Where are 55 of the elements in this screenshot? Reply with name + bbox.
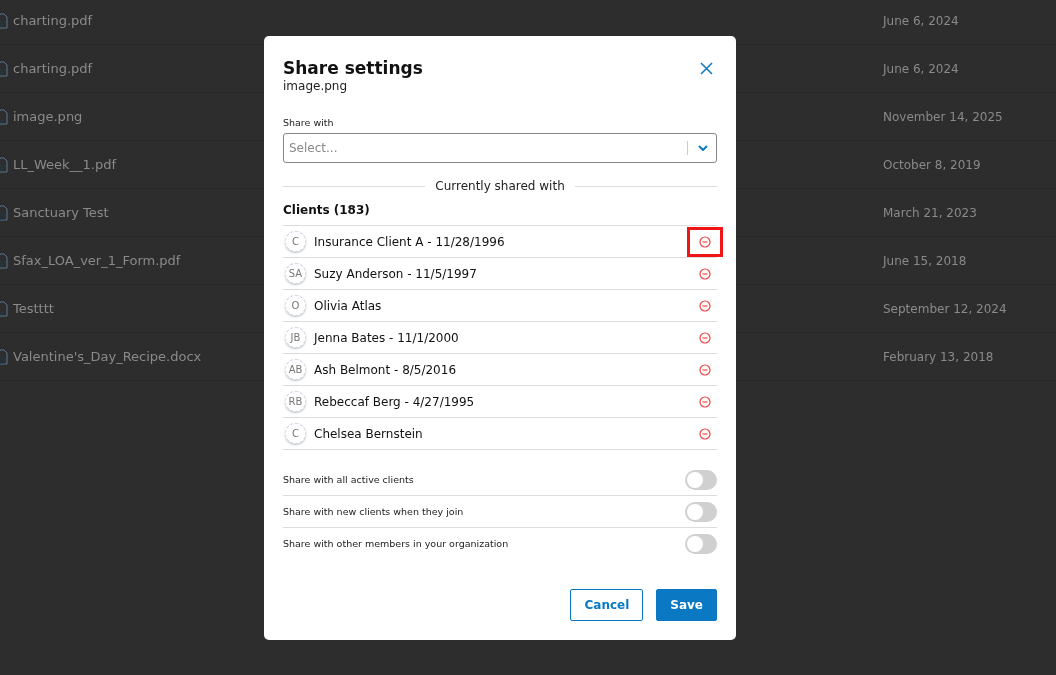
client-name: Jenna Bates - 11/1/2000: [314, 330, 460, 345]
chevron-down-icon: [698, 145, 708, 151]
minus-circle-icon: [699, 427, 711, 440]
minus-circle-icon: [699, 363, 711, 376]
file-icon: [0, 156, 8, 173]
share-with-select[interactable]: Select...: [283, 133, 717, 163]
client-name: Rebeccaf Berg - 4/27/1995: [314, 394, 476, 409]
save-button[interactable]: Save: [656, 589, 717, 621]
file-date: June 15, 2018: [883, 253, 967, 268]
toggle-label: Share with other members in your organization: [283, 538, 509, 549]
client-name: Suzy Anderson - 11/5/1997: [314, 266, 478, 281]
file-icon: [0, 60, 8, 77]
close-icon: [700, 62, 713, 75]
minus-circle-icon: [699, 395, 711, 408]
toggle-switch[interactable]: [685, 533, 717, 554]
minus-circle-icon: [699, 235, 711, 248]
minus-circle-icon: [699, 331, 711, 344]
file-name[interactable]: Testttt: [13, 301, 54, 316]
file-date: March 21, 2023: [883, 205, 977, 220]
file-icon: [0, 300, 8, 317]
client-name: Insurance Client A - 11/28/1996: [314, 234, 506, 249]
file-date: October 8, 2019: [883, 157, 981, 172]
file-name[interactable]: Sfax_LOA_ver_1_Form.pdf: [13, 253, 181, 268]
toggle-label: Share with new clients when they join: [283, 506, 464, 517]
minus-circle-icon: [699, 267, 711, 280]
file-date: June 6, 2024: [883, 61, 959, 76]
file-icon: [0, 252, 8, 269]
file-icon: [0, 12, 8, 29]
toggle-switch[interactable]: [685, 469, 717, 490]
clients-heading: Clients (183): [283, 203, 717, 226]
file-name: image.png: [283, 79, 349, 93]
file-name[interactable]: charting.pdf: [13, 61, 93, 76]
file-date: November 14, 2025: [883, 109, 1003, 124]
file-date: September 12, 2024: [883, 301, 1007, 316]
file-name[interactable]: charting.pdf: [13, 13, 93, 28]
file-name[interactable]: LL_Week__1.pdf: [13, 157, 117, 172]
remove-button[interactable]: [687, 226, 723, 257]
file-icon: [0, 348, 8, 365]
file-name[interactable]: image.png: [13, 109, 83, 124]
client-name: Chelsea Bernstein: [314, 426, 424, 441]
file-icon: [0, 108, 8, 125]
section-divider-label: Currently shared with: [435, 179, 565, 193]
client-name: Ash Belmont - 8/5/2016: [314, 362, 458, 377]
file-icon: [0, 204, 8, 221]
cancel-button[interactable]: Cancel: [570, 589, 644, 621]
file-name[interactable]: Valentine's_Day_Recipe.docx: [13, 349, 202, 364]
file-date: June 6, 2024: [883, 13, 959, 28]
client-name: Olivia Atlas: [314, 298, 383, 313]
file-date: February 13, 2018: [883, 349, 994, 364]
field-label: Share with: [283, 117, 335, 128]
toggle-switch[interactable]: [685, 501, 717, 522]
toggle-label: Share with all active clients: [283, 474, 414, 485]
dialog-title: Share settings: [283, 58, 423, 78]
minus-circle-icon: [699, 299, 711, 312]
file-name[interactable]: Sanctuary Test: [13, 205, 109, 220]
